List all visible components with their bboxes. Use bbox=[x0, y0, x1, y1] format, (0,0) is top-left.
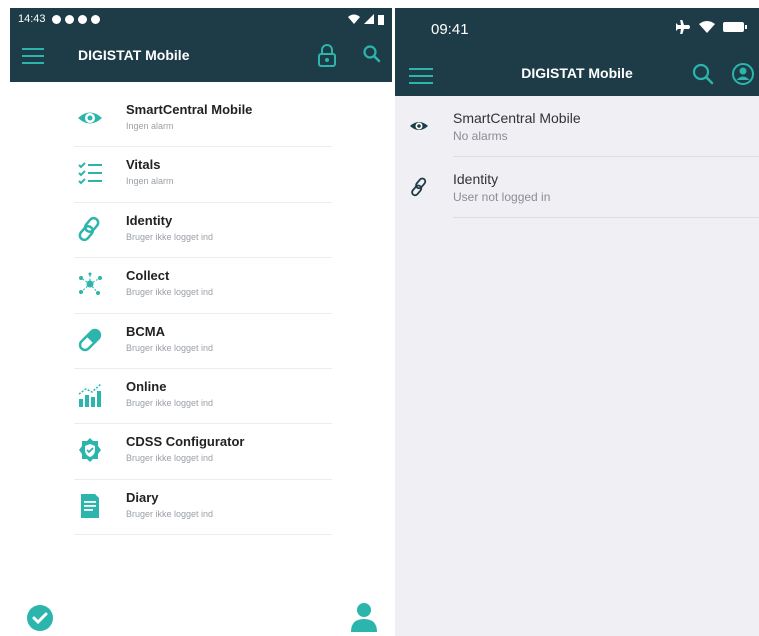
android-status-bar: 14:43 bbox=[10, 8, 392, 30]
gear-shield-icon bbox=[79, 438, 101, 463]
check-circle-icon[interactable] bbox=[26, 604, 54, 632]
android-screen: 14:43 DIGISTAT Mobile SmartCentral Mobil… bbox=[10, 8, 392, 636]
notification-dot-icon bbox=[51, 14, 61, 24]
item-label: BCMA bbox=[126, 323, 165, 339]
item-label: Identity bbox=[126, 212, 173, 228]
notification-dot-icon bbox=[90, 14, 100, 24]
ios-status-bar: 09:41 bbox=[395, 8, 759, 54]
list-item-online[interactable]: Online Bruger ikke logget ind bbox=[10, 369, 392, 425]
wifi-icon bbox=[348, 14, 360, 24]
user-icon[interactable] bbox=[350, 602, 378, 632]
system-icons bbox=[675, 20, 747, 34]
battery-icon bbox=[378, 14, 384, 25]
app-title: DIGISTAT Mobile bbox=[78, 47, 190, 63]
airplane-icon bbox=[676, 20, 690, 34]
list-item-collect[interactable]: Collect Bruger ikke logget ind bbox=[10, 258, 392, 314]
item-status: Ingen alarm bbox=[126, 121, 174, 131]
notification-icons bbox=[51, 14, 100, 24]
item-status: User not logged in bbox=[453, 190, 551, 204]
item-status: Ingen alarm bbox=[126, 176, 174, 187]
search-icon[interactable] bbox=[691, 62, 715, 86]
list-item-smartcentral[interactable]: SmartCentral Mobile Ingen alarm bbox=[10, 92, 392, 148]
item-status: No alarms bbox=[453, 129, 508, 143]
system-icons bbox=[348, 14, 384, 25]
status-time: 09:41 bbox=[431, 21, 469, 38]
item-status: Bruger ikke logget ind bbox=[126, 342, 214, 353]
item-label: SmartCentral Mobile bbox=[126, 102, 253, 117]
user-circle-icon[interactable] bbox=[731, 62, 755, 86]
search-icon[interactable] bbox=[362, 44, 382, 64]
module-list: SmartCentral Mobile Ingen alarm Vitals I… bbox=[10, 92, 392, 536]
item-label: CDSS Configurator bbox=[126, 434, 245, 450]
item-label: Vitals bbox=[126, 157, 161, 173]
menu-icon[interactable] bbox=[22, 48, 44, 64]
pill-icon bbox=[78, 328, 102, 351]
network-icon bbox=[79, 272, 102, 296]
list-item-vitals[interactable]: Vitals Ingen alarm bbox=[10, 147, 392, 203]
list-item-cdss-configurator[interactable]: CDSS Configurator Bruger ikke logget ind bbox=[10, 424, 392, 480]
list-item-smartcentral[interactable]: SmartCentral Mobile No alarms bbox=[395, 96, 759, 157]
eye-icon bbox=[78, 112, 102, 124]
wifi-icon bbox=[699, 21, 715, 33]
list-item-identity[interactable]: Identity User not logged in bbox=[395, 157, 759, 218]
list-item-bcma[interactable]: BCMA Bruger ikke logget ind bbox=[10, 314, 392, 369]
notification-dot-icon bbox=[64, 14, 74, 24]
item-status: Bruger ikke logget ind bbox=[126, 287, 214, 298]
status-time: 14:43 bbox=[18, 13, 46, 25]
module-list: SmartCentral Mobile No alarms Identity U… bbox=[395, 96, 759, 218]
item-label: Diary bbox=[126, 489, 159, 505]
item-label: Identity bbox=[453, 171, 499, 187]
checklist-icon bbox=[78, 162, 102, 185]
item-status: Bruger ikke logget ind bbox=[126, 508, 214, 519]
app-bar: DIGISTAT Mobile bbox=[10, 30, 392, 82]
lock-icon[interactable] bbox=[316, 44, 338, 68]
ios-screen: 09:41 DIGISTAT Mobile SmartCentral Mobil… bbox=[395, 8, 759, 636]
item-label: Collect bbox=[126, 268, 170, 284]
item-label: SmartCentral Mobile bbox=[453, 110, 581, 126]
item-status: Bruger ikke logget ind bbox=[126, 231, 214, 242]
link-icon bbox=[78, 216, 100, 241]
battery-icon bbox=[723, 22, 747, 32]
notification-dot-icon bbox=[77, 14, 87, 24]
item-status: Bruger ikke logget ind bbox=[126, 397, 214, 408]
list-item-identity[interactable]: Identity Bruger ikke logget ind bbox=[10, 203, 392, 259]
item-label: Online bbox=[126, 378, 167, 394]
eye-icon bbox=[410, 122, 428, 130]
link-icon bbox=[411, 177, 427, 197]
bar-chart-icon bbox=[78, 383, 102, 407]
document-icon bbox=[81, 493, 99, 518]
list-item-diary[interactable]: Diary Bruger ikke logget ind bbox=[10, 480, 392, 536]
item-status: Bruger ikke logget ind bbox=[126, 453, 214, 464]
navigation-bar: DIGISTAT Mobile bbox=[395, 54, 759, 96]
signal-icon bbox=[364, 14, 374, 24]
